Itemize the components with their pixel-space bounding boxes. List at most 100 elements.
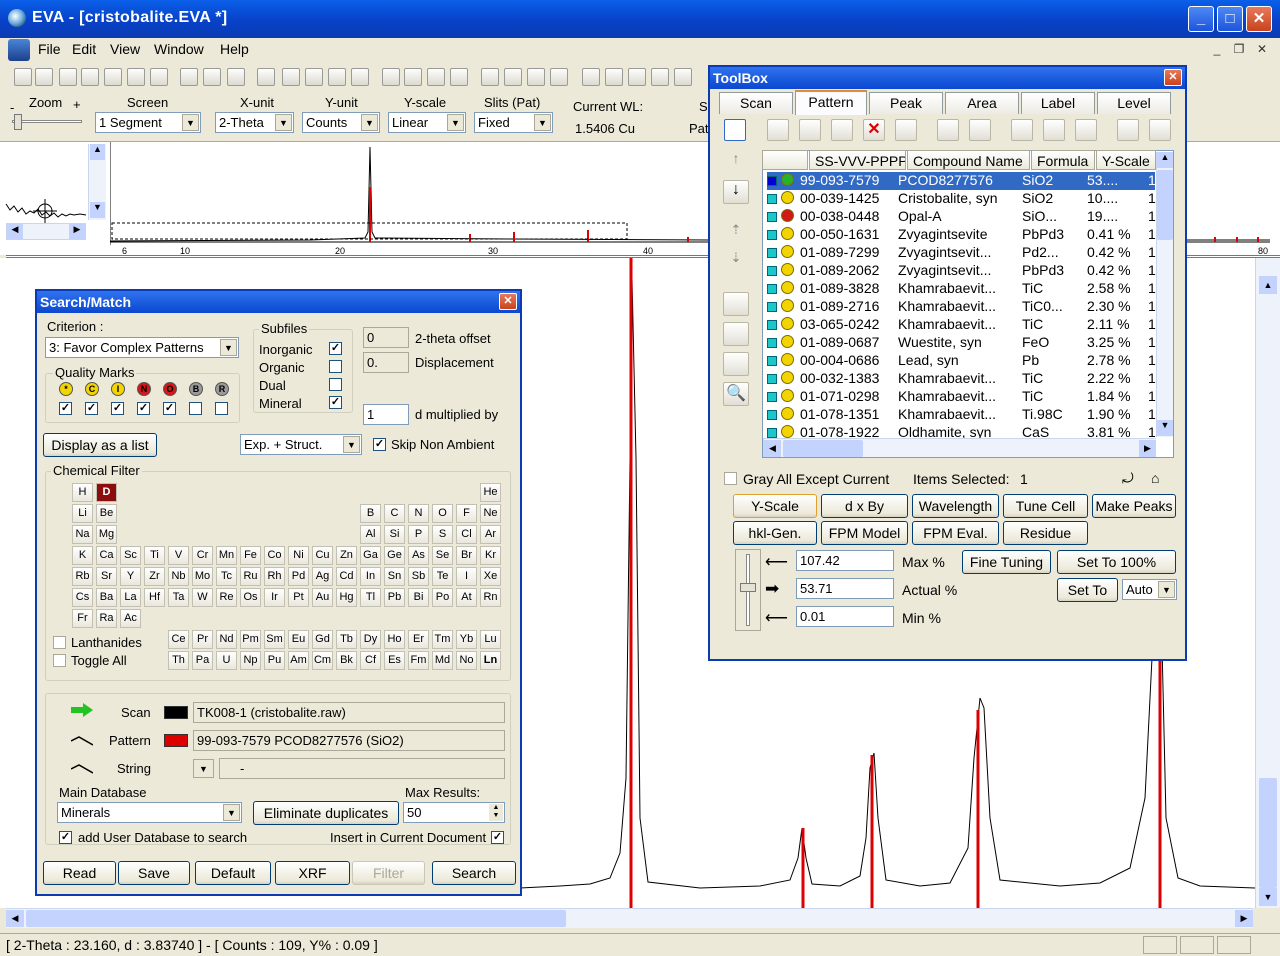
scroll-left-icon[interactable]: ◀ [7, 224, 23, 239]
element-button[interactable]: D [96, 483, 117, 502]
d-multiplier-field[interactable]: 1 [363, 404, 409, 425]
residue-button[interactable]: Residue [1003, 521, 1088, 545]
pattern-color-swatch[interactable] [767, 392, 777, 402]
element-button[interactable]: No [456, 651, 477, 670]
element-button[interactable]: Rn [480, 588, 501, 607]
tab-label[interactable]: Label [1021, 92, 1095, 114]
split-horizontal-icon[interactable] [328, 68, 346, 86]
pattern-color-swatch[interactable] [767, 248, 777, 258]
default-button[interactable]: Default [195, 861, 271, 885]
spinner-icon[interactable]: ▲ ▼ [489, 804, 503, 821]
element-button[interactable]: Xe [480, 567, 501, 586]
element-button[interactable]: Nd [216, 630, 237, 649]
save-button[interactable]: Save [118, 861, 190, 885]
move-bottom-icon[interactable]: ⇣ [723, 250, 749, 274]
wavelength-button[interactable]: Wavelength [912, 494, 999, 518]
edit-icon[interactable] [150, 68, 168, 86]
zoom-slider-handle[interactable] [14, 114, 22, 130]
scroll-down-icon[interactable]: ▼ [1259, 888, 1277, 906]
redo-icon[interactable] [203, 68, 221, 86]
table-row[interactable]: 01-071-0298 Khamrabaevit... TiC 1.84 % 1 [767, 388, 1156, 406]
criterion-select[interactable]: 3: Favor Complex Patterns ▼ [45, 337, 239, 358]
subfile-organic-checkbox[interactable] [329, 360, 342, 373]
element-button[interactable]: Tm [432, 630, 453, 649]
element-button[interactable]: Fm [408, 651, 429, 670]
element-button[interactable]: Am [288, 651, 309, 670]
cut-icon[interactable] [767, 119, 789, 141]
pattern-field[interactable]: 99-093-7579 PCOD8277576 (SiO2) [193, 730, 505, 751]
offset-field[interactable]: 0 [363, 327, 409, 348]
main-database-select[interactable]: Minerals ▼ [57, 802, 242, 823]
pattern-color-swatch[interactable] [767, 194, 777, 204]
yscale-select[interactable]: Linear ▼ [388, 112, 466, 133]
pattern-color-swatch[interactable] [767, 356, 777, 366]
menu-view[interactable]: View [110, 41, 140, 57]
help-icon[interactable] [382, 68, 400, 86]
menu-window[interactable]: Window [154, 41, 204, 57]
element-button[interactable]: Be [96, 504, 117, 523]
element-button[interactable]: I [456, 567, 477, 586]
close-icon[interactable]: ✕ [499, 293, 517, 310]
slider-handle[interactable] [740, 583, 756, 592]
pin-icon[interactable]: ⤾ [1122, 470, 1138, 486]
element-button[interactable]: Hg [336, 588, 357, 607]
element-button[interactable]: Pm [240, 630, 261, 649]
menu-help[interactable]: Help [220, 41, 249, 57]
subfile-inorganic-checkbox[interactable]: ✓ [329, 342, 342, 355]
table-row[interactable]: 01-089-3828 Khamrabaevit... TiC 2.58 % 1 [767, 280, 1156, 298]
tab-area[interactable]: Area [945, 92, 1019, 114]
element-button[interactable]: Ho [384, 630, 405, 649]
element-button[interactable]: Th [168, 651, 189, 670]
pattern-color-swatch[interactable] [767, 284, 777, 294]
scroll-up-icon[interactable]: ▲ [90, 144, 105, 160]
overview-hscroll[interactable]: ◀ ▶ [6, 223, 86, 240]
scroll-left-icon[interactable]: ◀ [764, 440, 781, 457]
tab-pattern[interactable]: Pattern [795, 90, 867, 115]
gray-all-checkbox[interactable] [724, 472, 737, 485]
element-button[interactable]: Po [432, 588, 453, 607]
element-button[interactable]: Cu [312, 546, 333, 565]
minimize-button[interactable]: _ [1188, 6, 1214, 32]
scroll-up-icon[interactable]: ▲ [1259, 276, 1277, 294]
new-window-icon[interactable] [35, 68, 53, 86]
element-button[interactable]: Fe [240, 546, 261, 565]
element-button[interactable]: Pu [264, 651, 285, 670]
scroll-right-icon[interactable]: ▶ [1235, 910, 1253, 927]
column-header-yscale[interactable]: Y-Scale [1096, 150, 1156, 170]
chevron-down-icon[interactable]: ▼ [220, 339, 237, 356]
scroll-up-icon[interactable]: ▲ [1157, 152, 1173, 168]
element-button[interactable]: Zn [336, 546, 357, 565]
element-button[interactable]: Pt [288, 588, 309, 607]
pattern-color-swatch[interactable] [767, 374, 777, 384]
element-button[interactable]: V [168, 546, 189, 565]
toggle-all-checkbox[interactable] [53, 654, 66, 667]
chart-icon[interactable] [1117, 119, 1139, 141]
tile-icon[interactable] [257, 68, 275, 86]
quality-mark-checkbox[interactable]: ✓ [85, 402, 98, 415]
y-scale-button[interactable]: Y-Scale [733, 494, 817, 518]
quality-mark-checkbox[interactable]: ✓ [111, 402, 124, 415]
magnify-icon[interactable]: 🔍 [723, 382, 749, 406]
mdi-restore-icon[interactable]: ❐ [1230, 41, 1248, 58]
yscale-slider[interactable] [735, 549, 761, 631]
display-as-list-button[interactable]: Display as a list [43, 433, 157, 457]
peak-search-icon[interactable] [450, 68, 468, 86]
tab-scan[interactable]: Scan [719, 92, 793, 114]
list-vscroll[interactable]: ▲ ▼ [1156, 152, 1173, 437]
chevron-down-icon[interactable]: ▼ [534, 114, 551, 131]
list-hscroll[interactable]: ◀ ▶ [763, 438, 1156, 457]
chevron-down-icon[interactable]: ▼ [361, 114, 378, 131]
table-row[interactable]: 03-065-0242 Khamrabaevit... TiC 2.11 % 1 [767, 316, 1156, 334]
main-hscroll[interactable]: ◀ ▶ [6, 908, 1253, 928]
max-results-field[interactable]: 50 ▲ ▼ [403, 802, 505, 823]
chevron-down-icon[interactable]: ▼ [182, 114, 199, 131]
target-icon[interactable] [628, 68, 646, 86]
element-button[interactable]: Rb [72, 567, 93, 586]
element-button[interactable]: Ca [96, 546, 117, 565]
report-icon[interactable] [674, 68, 692, 86]
element-button[interactable]: Bk [336, 651, 357, 670]
chevron-down-icon[interactable]: ▼ [343, 436, 360, 453]
element-button[interactable]: Ru [240, 567, 261, 586]
pattern-color-swatch[interactable] [767, 320, 777, 330]
disk-icon[interactable] [723, 352, 749, 376]
